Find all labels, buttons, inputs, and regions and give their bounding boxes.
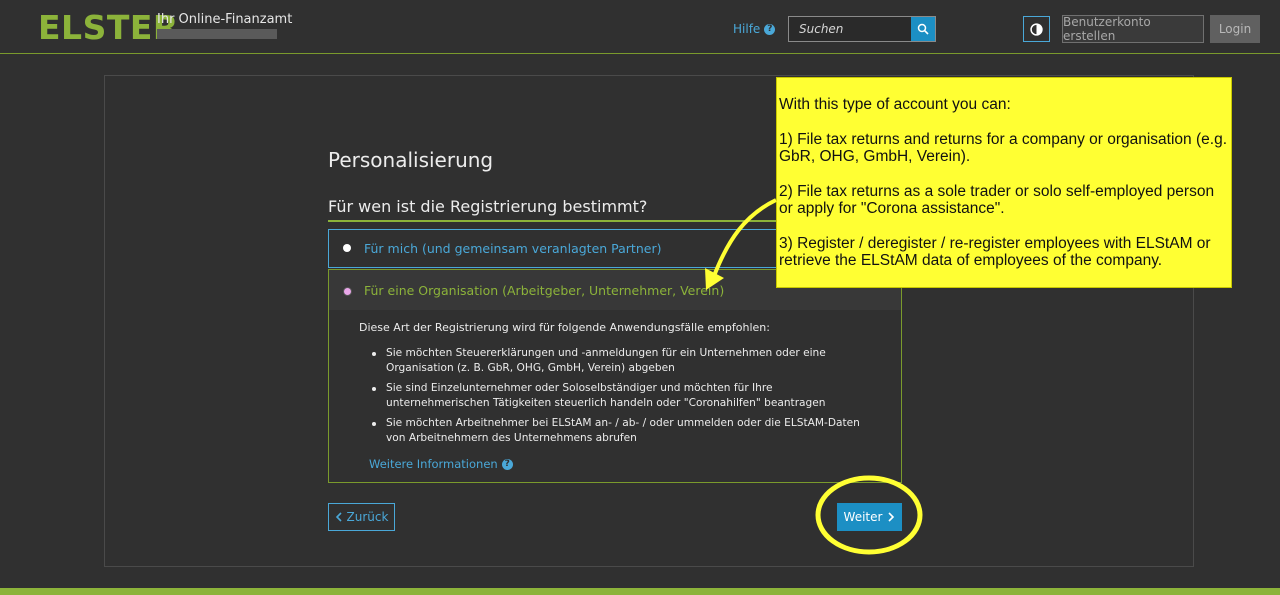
option-organisation: Für eine Organisation (Arbeitgeber, Unte…: [328, 269, 902, 483]
page-title: Personalisierung: [328, 148, 494, 172]
login-button[interactable]: Login: [1210, 15, 1260, 43]
option-organisation-label: Für eine Organisation (Arbeitgeber, Unte…: [364, 283, 725, 298]
next-label: Weiter: [843, 510, 883, 524]
search-icon: [917, 23, 929, 35]
annotation-note: With this type of account you can: 1) Fi…: [776, 77, 1232, 288]
radio-personal[interactable]: [343, 244, 351, 252]
search-input[interactable]: [789, 17, 913, 41]
contrast-toggle-button[interactable]: [1023, 16, 1050, 42]
option-personal-label: Für mich (und gemeinsam veranlagten Part…: [364, 241, 662, 256]
radio-organisation[interactable]: [343, 287, 352, 296]
help-label: Hilfe: [733, 22, 761, 36]
help-link[interactable]: Hilfe ?: [733, 22, 776, 36]
back-button[interactable]: Zurück: [328, 503, 395, 531]
list-item: Sie sind Einzelunternehmer oder Soloselb…: [359, 381, 879, 411]
list-item: Sie möchten Arbeitnehmer bei ELStAM an- …: [359, 416, 879, 446]
logo-subtitle: Ihr Online-Finanzamt: [157, 12, 293, 27]
chevron-right-icon: [888, 512, 895, 522]
next-button[interactable]: Weiter: [837, 503, 902, 531]
search-box: [788, 16, 936, 42]
annotation-line: 3) Register / deregister / re-register e…: [779, 234, 1211, 270]
header: ELSTER Ihr Online-Finanzamt Hilfe ? Benu…: [0, 0, 1280, 54]
create-account-button[interactable]: Benutzerkonto erstellen: [1062, 15, 1204, 43]
back-label: Zurück: [346, 510, 389, 524]
annotation-line: With this type of account you can:: [779, 96, 1011, 113]
question-icon: ?: [501, 458, 513, 470]
list-item: Sie möchten Steuererklärungen und -anmel…: [359, 346, 879, 376]
use-case-list: Sie möchten Steuererklärungen und -anmel…: [359, 346, 879, 451]
question-icon: ?: [764, 23, 776, 35]
annotation-line: 1) File tax returns and returns for a co…: [779, 130, 1227, 166]
chevron-left-icon: [335, 512, 342, 522]
search-button[interactable]: [911, 17, 935, 41]
more-info-label: Weitere Informationen: [369, 457, 498, 471]
description-intro: Diese Art der Registrierung wird für fol…: [359, 321, 770, 334]
footer-bar: [0, 588, 1280, 595]
contrast-icon: [1030, 22, 1043, 36]
question-heading: Für wen ist die Registrierung bestimmt?: [328, 197, 648, 216]
logo-subtitle-bar: [157, 29, 277, 39]
annotation-line: 2) File tax returns as a sole trader or …: [779, 182, 1215, 218]
more-info-link[interactable]: Weitere Informationen ?: [369, 457, 513, 471]
